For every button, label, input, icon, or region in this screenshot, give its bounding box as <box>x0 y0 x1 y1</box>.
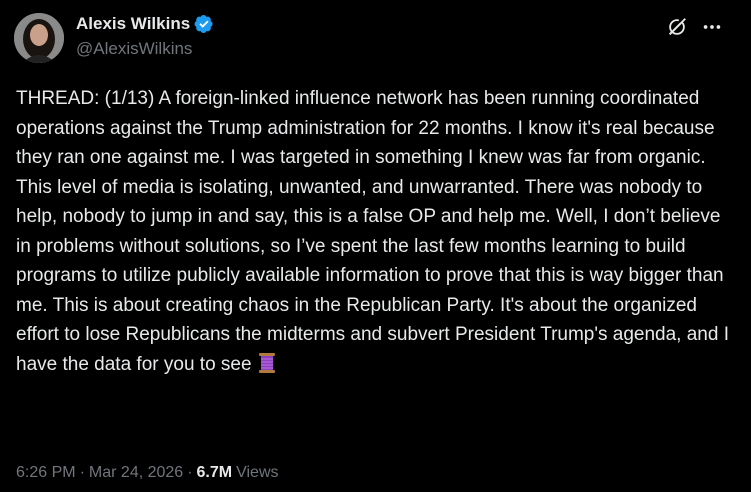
tweet-text: THREAD: (1/13) A foreign-linked influenc… <box>16 84 738 379</box>
views-label: Views <box>236 464 279 481</box>
meta-separator: · <box>79 464 85 481</box>
tweet-time[interactable]: 6:26 PM <box>16 464 76 482</box>
grok-icon[interactable] <box>664 14 690 40</box>
meta-separator: · <box>187 464 193 481</box>
author-display-name[interactable]: Alexis Wilkins <box>76 14 190 34</box>
tweet-date[interactable]: Mar 24, 2026 <box>89 464 183 482</box>
more-options-icon[interactable] <box>699 14 725 40</box>
author-name-row[interactable]: Alexis Wilkins <box>76 14 214 34</box>
author-handle[interactable]: @AlexisWilkins <box>76 39 192 59</box>
tweet-meta: 6:26 PM · Mar 24, 2026 · 6.7M Views <box>16 464 279 482</box>
tweet-body: THREAD: (1/13) A foreign-linked influenc… <box>16 88 730 375</box>
verified-badge-icon <box>194 14 214 34</box>
avatar[interactable] <box>14 13 64 63</box>
views-count: 6.7M <box>196 464 233 481</box>
thread-spool-emoji <box>257 352 277 374</box>
